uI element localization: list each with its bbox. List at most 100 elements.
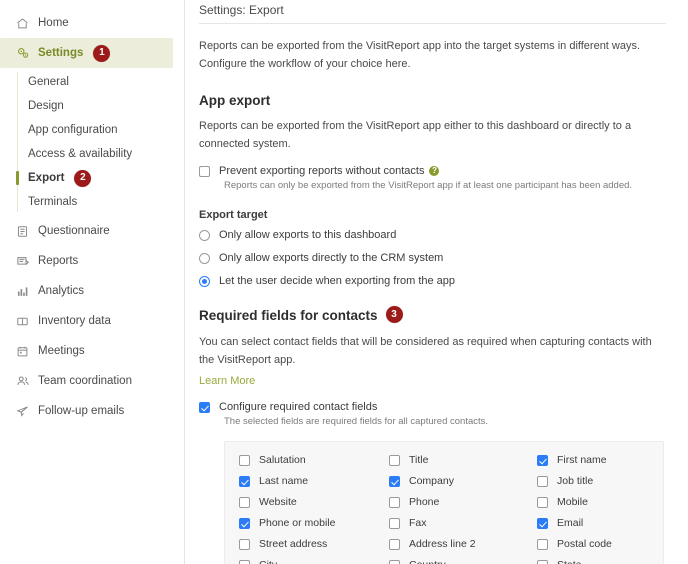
subnav-item-design[interactable]: Design	[0, 94, 184, 118]
field-job-title[interactable]: Job title	[537, 475, 649, 488]
radio-user-decide[interactable]	[199, 276, 210, 288]
paper-plane-icon	[15, 404, 30, 419]
sidebar-item-label: Follow-up emails	[38, 405, 125, 417]
field-checkbox[interactable]	[537, 476, 548, 488]
export-target-label: Export target	[199, 209, 268, 222]
app-root: Home Settings 1 General Design App confi…	[0, 0, 688, 564]
radio-crm[interactable]	[199, 253, 210, 265]
field-state[interactable]: State	[537, 559, 649, 564]
field-checkbox[interactable]	[239, 518, 250, 530]
title-divider	[199, 23, 666, 24]
field-city[interactable]: City	[239, 559, 389, 564]
field-postal-code[interactable]: Postal code	[537, 538, 649, 551]
field-mobile[interactable]: Mobile	[537, 496, 649, 509]
step-badge-1: 1	[93, 44, 111, 62]
sidebar-item-label: Reports	[38, 255, 79, 267]
subnav-item-app-configuration[interactable]: App configuration	[0, 118, 184, 142]
prevent-export-label: Prevent exporting reports without contac…	[219, 165, 425, 178]
subnav-item-access-availability[interactable]: Access & availability	[0, 142, 184, 166]
learn-more-link[interactable]: Learn More	[199, 375, 255, 387]
sidebar-item-inventory-data[interactable]: Inventory data	[0, 306, 184, 336]
step-badge-2: 2	[74, 169, 92, 187]
subnav-item-label: Access & availability	[28, 148, 133, 160]
field-checkbox[interactable]	[239, 476, 250, 488]
sidebar-item-label: Analytics	[38, 285, 85, 297]
sidebar-item-team-coordination[interactable]: Team coordination	[0, 366, 184, 396]
required-fields-panel: Salutation Title First name Last name Co…	[224, 441, 664, 564]
radio-dashboard[interactable]	[199, 230, 210, 242]
field-label: Country	[409, 559, 446, 564]
field-checkbox[interactable]	[239, 455, 250, 467]
subnav-item-label: Design	[28, 100, 64, 112]
gear-icon	[15, 46, 30, 61]
field-checkbox[interactable]	[537, 560, 548, 564]
required-fields-description: You can select contact fields that will …	[199, 336, 652, 366]
field-checkbox[interactable]	[239, 560, 250, 564]
sidebar-item-label: Home	[38, 17, 69, 29]
sidebar-item-label: Inventory data	[38, 315, 111, 327]
home-icon	[15, 16, 30, 31]
field-title[interactable]: Title	[389, 454, 537, 467]
subnav-item-terminals[interactable]: Terminals	[0, 190, 184, 214]
step-badge-3: 3	[385, 306, 403, 324]
sidebar-item-settings[interactable]: Settings 1	[0, 38, 173, 68]
sidebar-item-follow-up-emails[interactable]: Follow-up emails	[0, 396, 184, 426]
subnav-item-label: General	[28, 76, 69, 88]
prevent-export-checkbox-row[interactable]: Prevent exporting reports without contac…	[199, 165, 666, 178]
radio-label: Only allow exports directly to the CRM s…	[219, 252, 444, 265]
field-salutation[interactable]: Salutation	[239, 454, 389, 467]
field-checkbox[interactable]	[389, 518, 400, 530]
clipboard-icon	[15, 224, 30, 239]
export-target-option-dashboard[interactable]: Only allow exports to this dashboard	[199, 229, 666, 242]
field-country[interactable]: Country	[389, 559, 537, 564]
field-checkbox[interactable]	[389, 455, 400, 467]
field-checkbox[interactable]	[239, 539, 250, 551]
field-label: First name	[557, 454, 607, 467]
field-checkbox[interactable]	[537, 518, 548, 530]
field-checkbox[interactable]	[389, 476, 400, 488]
configure-required-fields-checkbox[interactable]	[199, 402, 210, 414]
sidebar-item-label: Settings	[38, 47, 84, 59]
field-fax[interactable]: Fax	[389, 517, 537, 530]
field-street-address[interactable]: Street address	[239, 538, 389, 551]
subnav-item-label: Terminals	[28, 196, 78, 208]
configure-required-fields-row[interactable]: Configure required contact fields	[199, 401, 666, 414]
field-first-name[interactable]: First name	[537, 454, 649, 467]
export-target-option-crm[interactable]: Only allow exports directly to the CRM s…	[199, 252, 666, 265]
field-address-line-2[interactable]: Address line 2	[389, 538, 537, 551]
field-checkbox[interactable]	[537, 497, 548, 509]
export-target-option-user-decide[interactable]: Let the user decide when exporting from …	[199, 275, 666, 288]
sidebar-item-meetings[interactable]: Meetings	[0, 336, 184, 366]
field-checkbox[interactable]	[239, 497, 250, 509]
sidebar-item-reports[interactable]: Reports	[0, 246, 184, 276]
field-website[interactable]: Website	[239, 496, 389, 509]
help-icon[interactable]: ?	[429, 166, 440, 177]
calendar-icon	[15, 344, 30, 359]
field-label: Fax	[409, 517, 427, 530]
field-checkbox[interactable]	[389, 560, 400, 564]
field-email[interactable]: Email	[537, 517, 649, 530]
field-checkbox[interactable]	[389, 539, 400, 551]
field-checkbox[interactable]	[537, 539, 548, 551]
sidebar-item-questionnaire[interactable]: Questionnaire	[0, 216, 184, 246]
field-checkbox[interactable]	[537, 455, 548, 467]
field-label: Phone or mobile	[259, 517, 336, 530]
field-last-name[interactable]: Last name	[239, 475, 389, 488]
field-label: Job title	[557, 475, 594, 488]
prevent-export-note: Reports can only be exported from the Vi…	[224, 180, 633, 192]
field-phone[interactable]: Phone	[389, 496, 537, 509]
field-phone-or-mobile[interactable]: Phone or mobile	[239, 517, 389, 530]
app-export-description: Reports can be exported from the VisitRe…	[199, 120, 632, 150]
field-label: Phone	[409, 496, 440, 509]
field-company[interactable]: Company	[389, 475, 537, 488]
subnav-item-general[interactable]: General	[0, 70, 184, 94]
sidebar-item-analytics[interactable]: Analytics	[0, 276, 184, 306]
configure-required-fields-note: The selected fields are required fields …	[224, 416, 489, 428]
field-label: Street address	[259, 538, 328, 551]
subnav-item-export[interactable]: Export 2	[0, 166, 184, 190]
prevent-export-checkbox[interactable]	[199, 166, 210, 178]
field-checkbox[interactable]	[389, 497, 400, 509]
sidebar-item-home[interactable]: Home	[0, 8, 184, 38]
radio-label: Only allow exports to this dashboard	[219, 229, 397, 242]
field-label: Mobile	[557, 496, 588, 509]
